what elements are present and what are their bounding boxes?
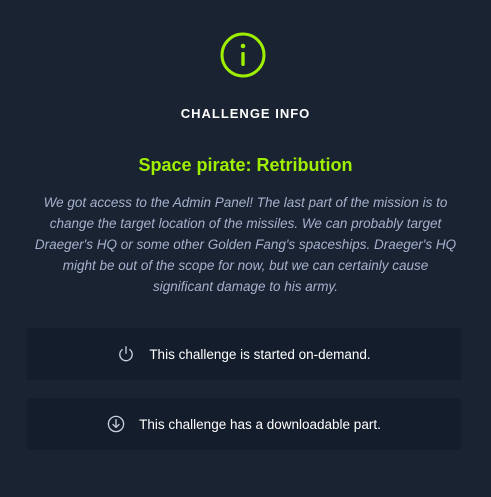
info-icon	[220, 32, 266, 78]
download-icon	[107, 415, 125, 433]
power-icon	[117, 345, 135, 363]
challenge-title: Space pirate: Retribution	[138, 155, 353, 175]
challenge-description: We got access to the Admin Panel! The la…	[34, 195, 457, 294]
challenge-info-panel: CHALLENGE INFO Space pirate: Retribution…	[0, 0, 491, 497]
downloadable-text: This challenge has a downloadable part.	[139, 416, 381, 432]
downloadable-notice: This challenge has a downloadable part.	[27, 398, 461, 450]
on-demand-notice: This challenge is started on-demand.	[27, 328, 461, 380]
section-heading: CHALLENGE INFO	[180, 106, 311, 121]
on-demand-text: This challenge is started on-demand.	[149, 346, 371, 362]
